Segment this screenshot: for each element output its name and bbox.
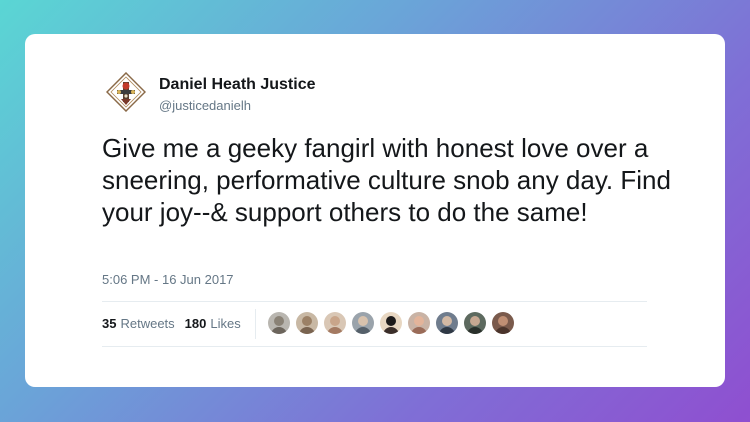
liker-avatar-icon[interactable] bbox=[352, 312, 374, 334]
liker-avatar-body bbox=[411, 327, 427, 334]
liker-avatar-face bbox=[442, 316, 452, 326]
liker-avatar-body bbox=[271, 327, 287, 334]
liker-avatar-body bbox=[467, 327, 483, 334]
retweets-label: Retweets bbox=[120, 316, 175, 331]
liker-avatar-body bbox=[327, 327, 343, 334]
liker-avatar-face bbox=[470, 316, 480, 326]
liker-avatar-icon[interactable] bbox=[324, 312, 346, 334]
liker-avatar-face bbox=[274, 316, 284, 326]
liker-avatar-body bbox=[299, 327, 315, 334]
liker-avatar-icon[interactable] bbox=[268, 312, 290, 334]
liker-avatar-face bbox=[358, 316, 368, 326]
tweet-timestamp[interactable]: 5:06 PM - 16 Jun 2017 bbox=[102, 272, 234, 287]
author-avatar[interactable] bbox=[105, 71, 147, 113]
tweet-text: Give me a geeky fangirl with honest love… bbox=[102, 133, 671, 227]
liker-avatar-face bbox=[498, 316, 508, 326]
liker-avatar-icon[interactable] bbox=[492, 312, 514, 334]
tweet-stats: 35 Retweets 180 Likes bbox=[102, 316, 251, 331]
liker-avatar-body bbox=[383, 327, 399, 334]
divider-bottom bbox=[102, 346, 647, 347]
liker-avatar-icon[interactable] bbox=[380, 312, 402, 334]
retweets-count: 35 bbox=[102, 316, 117, 331]
liker-avatar-face bbox=[302, 316, 312, 326]
author-handle[interactable]: @justicedanielh bbox=[159, 98, 251, 113]
liker-avatar-icon[interactable] bbox=[436, 312, 458, 334]
liker-avatar-icon[interactable] bbox=[296, 312, 318, 334]
liker-avatar-body bbox=[495, 327, 511, 334]
liker-avatar-icon[interactable] bbox=[464, 312, 486, 334]
liker-avatar-icon[interactable] bbox=[408, 312, 430, 334]
likes-count: 180 bbox=[184, 316, 207, 331]
liker-avatars bbox=[268, 312, 520, 334]
liker-avatar-body bbox=[355, 327, 371, 334]
author-name[interactable]: Daniel Heath Justice bbox=[159, 76, 316, 94]
tweet-card: Daniel Heath Justice @justicedanielh Giv… bbox=[25, 34, 725, 387]
likes-label: Likes bbox=[210, 316, 241, 331]
liker-avatar-face bbox=[414, 316, 424, 326]
liker-avatar-body bbox=[439, 327, 455, 334]
liker-avatar-face bbox=[330, 316, 340, 326]
likes-stat[interactable]: 180 Likes bbox=[185, 316, 241, 331]
author-emblem-icon bbox=[106, 72, 146, 112]
divider-top bbox=[102, 301, 647, 302]
stats-separator bbox=[255, 309, 256, 339]
liker-avatar-face bbox=[386, 316, 396, 326]
retweets-stat[interactable]: 35 Retweets bbox=[102, 316, 175, 331]
